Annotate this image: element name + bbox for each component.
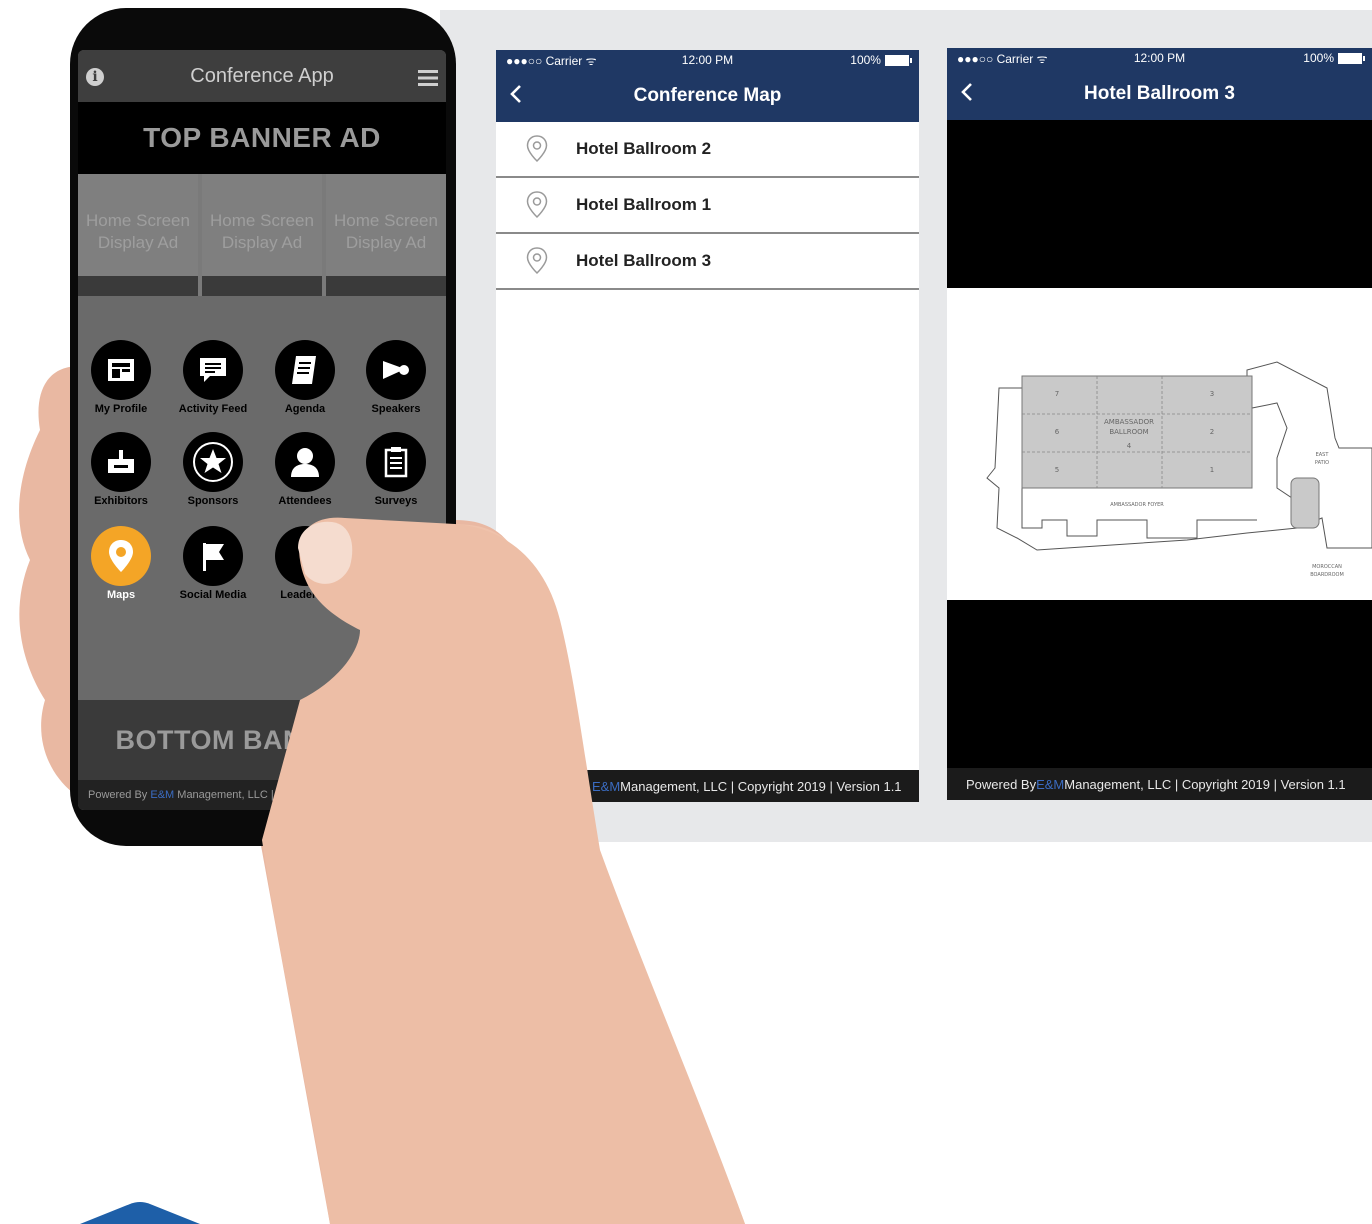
thumb-illustration (262, 517, 745, 1224)
brand-logo-shape (80, 1202, 200, 1224)
